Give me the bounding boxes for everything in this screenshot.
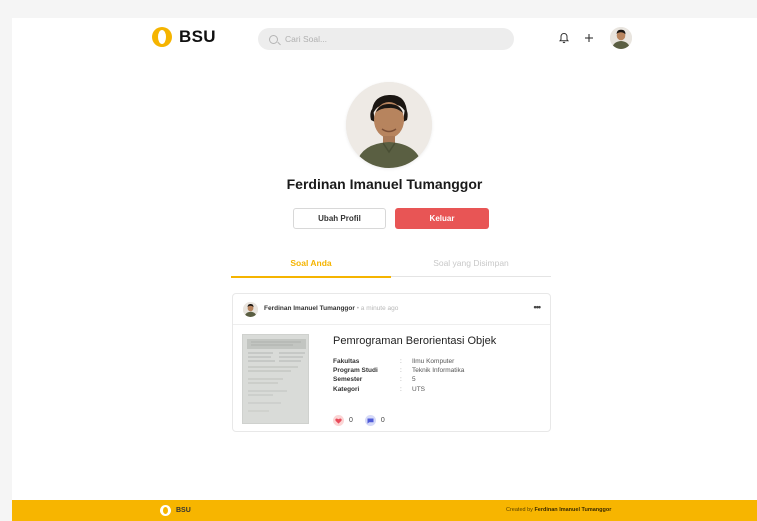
- meta-row-semester: Semester : 5: [333, 375, 464, 384]
- author-avatar[interactable]: [243, 302, 258, 317]
- question-meta: Fakultas : Ilmu Komputer Program Studi :…: [333, 357, 464, 394]
- meta-separator: :: [400, 367, 402, 375]
- meta-value: UTS: [412, 385, 425, 393]
- tab-saved-questions[interactable]: Soal yang Disimpan: [391, 255, 551, 276]
- credit-prefix: Created by: [506, 507, 533, 513]
- meta-row-category: Kategori : UTS: [333, 385, 464, 394]
- question-thumbnail[interactable]: [242, 334, 309, 424]
- footer-credit: Created by Ferdinan Imanuel Tumanggor: [506, 507, 611, 513]
- meta-value: 5: [412, 376, 416, 384]
- meta-key: Fakultas: [333, 358, 360, 365]
- footer-logo[interactable]: BSU: [160, 505, 191, 516]
- question-title[interactable]: Pemrograman Berorientasi Objek: [333, 335, 496, 347]
- footer-brand: BSU: [176, 507, 191, 514]
- top-navbar: BSU: [12, 18, 757, 60]
- question-card[interactable]: Ferdinan Imanuel Tumanggor • a minute ag…: [232, 293, 551, 432]
- like-count: 0: [349, 417, 353, 424]
- logout-button[interactable]: Keluar: [395, 208, 489, 229]
- tab-my-questions[interactable]: Soal Anda: [231, 255, 391, 278]
- meta-separator: :: [400, 385, 402, 393]
- meta-key: Semester: [333, 376, 363, 384]
- logo-icon: [152, 27, 172, 47]
- logo-icon: [160, 505, 171, 516]
- meta-key: Kategori: [333, 385, 360, 393]
- comment-count: 0: [380, 417, 385, 424]
- plus-icon[interactable]: [584, 32, 594, 44]
- meta-value: Ilmu Komputer: [412, 358, 455, 365]
- search-input[interactable]: [285, 34, 485, 44]
- user-avatar[interactable]: [610, 27, 632, 49]
- bell-icon[interactable]: [559, 32, 569, 44]
- meta-separator: :: [400, 376, 402, 384]
- meta-row-program: Program Studi : Teknik Informatika: [333, 366, 464, 375]
- comment-icon[interactable]: [364, 415, 376, 426]
- footer: BSU Created by Ferdinan Imanuel Tumanggo…: [12, 500, 757, 521]
- search-bar[interactable]: [258, 28, 514, 50]
- meta-key: Program Studi: [333, 367, 378, 375]
- meta-row-faculty: Fakultas : Ilmu Komputer: [333, 357, 464, 366]
- profile-tabs: Soal Anda Soal yang Disimpan: [231, 255, 551, 278]
- more-icon[interactable]: •••: [534, 302, 542, 312]
- post-time: • a minute ago: [356, 305, 399, 312]
- heart-icon[interactable]: [333, 415, 344, 426]
- search-icon: [269, 34, 278, 44]
- author-line: Ferdinan Imanuel Tumanggor • a minute ag…: [264, 305, 398, 312]
- meta-value: Teknik Informatika: [412, 367, 465, 375]
- page-container: BSU Cari Soal... Ferdinan Imanuel Tumang…: [12, 18, 757, 521]
- profile-avatar: [346, 82, 432, 168]
- profile-name: Ferdinan Imanuel Tumanggor: [286, 176, 483, 192]
- meta-separator: :: [400, 358, 402, 365]
- credit-name[interactable]: Ferdinan Imanuel Tumanggor: [534, 507, 611, 513]
- brand-logo[interactable]: BSU: [152, 27, 216, 47]
- author-name[interactable]: Ferdinan Imanuel Tumanggor: [264, 305, 355, 312]
- brand-name: BSU: [179, 27, 216, 46]
- question-stats: 0 0: [333, 415, 385, 426]
- edit-profile-button[interactable]: Ubah Profil: [293, 208, 386, 229]
- card-header: Ferdinan Imanuel Tumanggor • a minute ag…: [233, 294, 550, 325]
